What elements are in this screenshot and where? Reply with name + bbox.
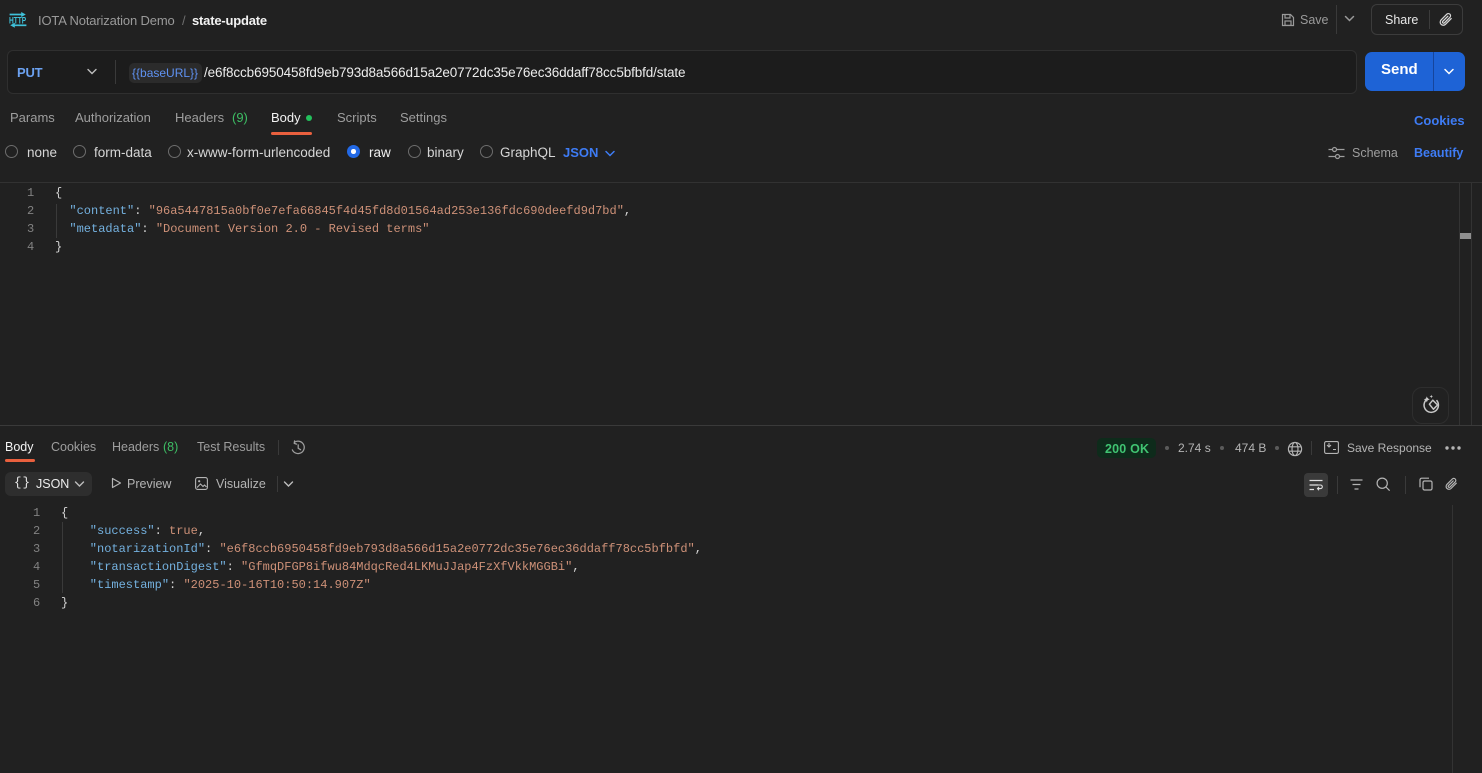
- svg-text:HTTP: HTTP: [9, 15, 26, 26]
